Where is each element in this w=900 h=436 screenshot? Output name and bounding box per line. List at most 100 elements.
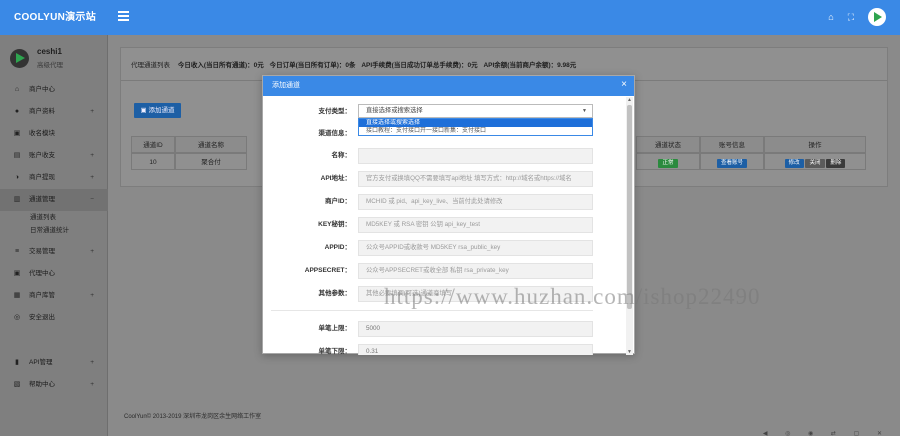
expand-icon[interactable]: +: [90, 374, 94, 396]
field-appid: APPID： 公众号APPID或收款号 MD5KEY rsa_public_ke…: [263, 240, 636, 256]
view-account-button[interactable]: 查看账号: [716, 159, 747, 168]
book-icon: ▧: [13, 381, 21, 388]
sidebar-item-label: 通道管理: [29, 196, 55, 203]
sidebar-item[interactable]: ⌂ 商户中心: [0, 79, 108, 101]
sidebar-subitem[interactable]: 日常通道统计: [0, 224, 108, 237]
fullscreen-icon[interactable]: ⛶: [848, 12, 854, 23]
dropdown-option[interactable]: 直接选择或搜索选择: [359, 119, 592, 127]
stat-orders: 今日订单(当日所有订单)：0条: [269, 62, 356, 69]
sidebar-item[interactable]: ▧ 帮助中心 +: [0, 374, 108, 396]
min-amount-input[interactable]: 0.31: [358, 344, 593, 355]
brand-title[interactable]: COOLYUN演示站: [0, 0, 110, 35]
divider: [271, 310, 593, 311]
sidebar-item[interactable]: ▤ 账户收支 +: [0, 145, 108, 167]
avatar: [10, 48, 29, 68]
close-icon[interactable]: ×: [621, 80, 627, 90]
sidebar-item-label: 交易管理: [29, 248, 55, 255]
scroll-down-icon[interactable]: ▼: [627, 349, 632, 355]
field-label: 名称：: [331, 152, 352, 159]
field-api-url: API地址： 官方支付或换填QQ不需要填写api地址 填写方式：http://域…: [263, 171, 636, 187]
sidebar-item[interactable]: ◑ 商户提现 +: [0, 167, 108, 189]
field-label: API地址：: [320, 175, 351, 182]
field-label: 单笔下限：: [318, 348, 352, 355]
cell-status: 正常: [636, 153, 700, 170]
table-header-status: 通道状态: [636, 136, 700, 153]
merchant-id-input[interactable]: MCHID 或 pid、api_key_live、当前付此处请修改: [358, 194, 593, 210]
grid-icon: ▦: [13, 292, 21, 299]
sidebar-item[interactable]: ▦ 商户库管 +: [0, 285, 108, 307]
key-input[interactable]: MD5KEY 或 RSA 密钥 公钥 api_key_test: [358, 217, 593, 233]
stats-prefix: 代理通道列表: [131, 62, 170, 69]
menu-toggle-icon[interactable]: [118, 11, 129, 21]
edit-button[interactable]: 修改: [784, 159, 804, 168]
contrast-icon: ◑: [14, 174, 20, 181]
cell-id: 10: [131, 153, 175, 170]
other-params-input[interactable]: 其他必要填调(可选)通道商填写: [358, 286, 593, 302]
delete-button[interactable]: 删除: [826, 159, 846, 168]
api-url-input[interactable]: 官方支付或换填QQ不需要填写api地址 填写方式：http://域名或https…: [358, 171, 593, 187]
modal-body: 支付类型： 直接选择或搜索选择 ▼ 直接选择或搜索选择 接口教程：支付接口开一接口…: [263, 96, 636, 355]
field-merchant-id: 商户ID： MCHID 或 pid、api_key_live、当前付此处请修改: [263, 194, 636, 210]
sidebar-item[interactable]: ▮ API管理 +: [0, 352, 108, 374]
scroll-up-icon[interactable]: ▲: [627, 97, 632, 103]
briefcase-icon: ▤: [13, 152, 21, 159]
modal-scrollbar[interactable]: ▲ ▼: [626, 97, 633, 355]
sidebar: ceshi1 高级代理 ⌂ 商户中心 ● 商户资料 + ▣ 收名模块 ▤ 账户收支 + ◑ 商户提现 +…: [0, 35, 108, 436]
stat-income: 今日收入(当日所有通道)：0元: [177, 62, 264, 69]
field-name: 名称：: [263, 148, 636, 164]
expand-icon[interactable]: +: [90, 285, 94, 307]
expand-icon[interactable]: −: [90, 189, 94, 211]
pay-type-dropdown: 直接选择或搜索选择 接口教程：支付接口开一接口新集：支付接口: [358, 118, 593, 136]
sidebar-item[interactable]: ◎ 安全退出: [0, 307, 108, 329]
expand-icon[interactable]: +: [90, 101, 94, 123]
add-channel-label: 添加通道: [148, 107, 175, 114]
mobile-icon: ▮: [15, 359, 19, 366]
sidebar-item-label: 商户中心: [29, 86, 55, 93]
sidebar-item[interactable]: ▣ 代理中心: [0, 263, 108, 285]
stat-fee: API手续费(当日成功订单总手续费)：0元: [361, 62, 478, 69]
add-channel-modal: 添加通道 × 支付类型： 直接选择或搜索选择 ▼ 直接选择或搜索选择 接口教程：支…: [262, 75, 636, 355]
sidebar-item-label: 帮助中心: [29, 381, 55, 388]
stats-bar: 代理通道列表 今日收入(当日所有通道)：0元 今日订单(当日所有订单)：0条 A…: [131, 59, 580, 69]
expand-icon[interactable]: +: [90, 352, 94, 374]
top-bar: COOLYUN演示站 ⌂ ⛶: [0, 0, 900, 35]
max-amount-input[interactable]: 5000: [358, 321, 593, 337]
sidebar-item[interactable]: ≡ 交易管理 +: [0, 241, 108, 263]
pay-type-select[interactable]: 直接选择或搜索选择 ▼: [358, 104, 593, 118]
sidebar-subitem[interactable]: 通道列表: [0, 211, 108, 224]
sidebar-item-label: 账户收支: [29, 152, 55, 159]
table-header-actions: 操作: [764, 136, 866, 153]
sidebar-item[interactable]: ● 商户资料 +: [0, 101, 108, 123]
power-icon: ◎: [13, 314, 21, 321]
name-input[interactable]: [358, 148, 593, 164]
expand-icon[interactable]: +: [90, 241, 94, 263]
field-label: 渠道信息：: [318, 130, 352, 137]
appid-input[interactable]: 公众号APPID或收款号 MD5KEY rsa_public_key: [358, 240, 593, 256]
scroll-thumb[interactable]: [627, 105, 632, 309]
cell-account: 查看账号: [700, 153, 764, 170]
expand-icon[interactable]: +: [90, 167, 94, 189]
bank-icon: ▥: [13, 196, 21, 203]
sidebar-nav: ⌂ 商户中心 ● 商户资料 + ▣ 收名模块 ▤ 账户收支 + ◑ 商户提现 + ▥ 通道管理 − 通道列表 日常…: [0, 79, 108, 396]
calendar-icon: ▣: [13, 270, 21, 277]
modal-title: 添加通道: [263, 76, 634, 96]
home-icon[interactable]: ⌂: [828, 12, 833, 22]
field-key: KEY秘钥： MD5KEY 或 RSA 密钥 公钥 api_key_test: [263, 217, 636, 233]
field-label: 支付类型：: [318, 108, 352, 115]
sidebar-item-label: API管理: [29, 359, 53, 366]
field-appsecret: APPSECRET： 公众号APPSECRET或收全部 私钥 rsa_priva…: [263, 263, 636, 279]
appsecret-input[interactable]: 公众号APPSECRET或收全部 私钥 rsa_private_key: [358, 263, 593, 279]
select-value: 直接选择或搜索选择: [366, 107, 423, 114]
dropdown-option[interactable]: 接口教程：支付接口开一接口新集：支付接口: [359, 127, 592, 135]
list-icon: ≡: [14, 248, 20, 255]
sidebar-item[interactable]: ▥ 通道管理 −: [0, 189, 108, 211]
table-header-account: 账号信息: [700, 136, 764, 153]
close-button[interactable]: 关闭: [805, 159, 825, 168]
user-logo-icon[interactable]: [868, 8, 886, 26]
expand-icon[interactable]: +: [90, 145, 94, 167]
footer-icons: ◀ ◎ ◉ ⇄ ▢ ✕: [762, 431, 890, 436]
sidebar-item-label: 安全退出: [29, 314, 55, 321]
sidebar-item-label: 收名模块: [29, 130, 55, 137]
add-channel-button[interactable]: ▣ 添加通道: [134, 103, 181, 118]
sidebar-item[interactable]: ▣ 收名模块: [0, 123, 108, 145]
